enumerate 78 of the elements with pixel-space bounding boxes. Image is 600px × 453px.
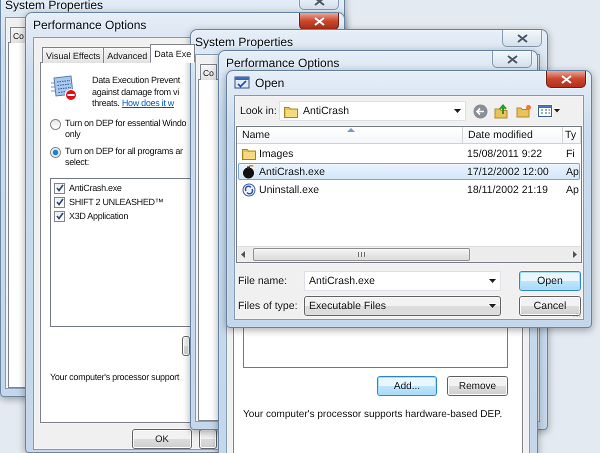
program-name: SHIFT 2 UNLEASHED™ <box>69 197 164 207</box>
cut-off-button[interactable] <box>182 336 190 356</box>
ok-button[interactable]: OK <box>132 429 192 449</box>
bomb-icon <box>242 164 256 178</box>
circular-arrows-icon <box>242 182 256 196</box>
document-block-icon <box>50 75 78 101</box>
close-button[interactable] <box>546 71 586 88</box>
program-name: X3D Application <box>69 211 128 221</box>
field-label: Look in: <box>240 105 274 117</box>
column-header[interactable]: Date modified <box>463 127 563 144</box>
status-text: Your computer's processor supports hardware-based DEP. <box>243 409 504 420</box>
left-arrow-icon[interactable] <box>241 251 245 258</box>
views-icon[interactable] <box>538 104 560 118</box>
dep-description: Data Execution Prevent against damage from vi threats. How does it w <box>92 75 180 110</box>
open-button[interactable]: Open <box>519 271 581 291</box>
add-button[interactable]: Add... <box>377 376 437 396</box>
file-name: Uninstall.exe <box>239 182 464 196</box>
date-cell-text: 18/11/2002 21:19 <box>466 184 549 196</box>
folder-icon <box>242 147 256 160</box>
type-cell-text: Ap <box>565 184 580 196</box>
remove-button[interactable]: Remove <box>447 376 508 396</box>
caret-icon <box>489 304 496 308</box>
window-title: System Properties <box>5 0 104 12</box>
close-icon <box>516 34 528 42</box>
resize-grip-icon[interactable] <box>573 309 581 317</box>
caret-icon <box>489 279 496 283</box>
tab[interactable]: Advanced <box>103 47 152 63</box>
tab[interactable]: Visual Effects <box>42 47 104 63</box>
tab[interactable]: Co <box>200 64 217 80</box>
scroll-thumb[interactable] <box>253 248 470 261</box>
file-name: AntiCrash.exe <box>239 164 464 178</box>
checkbox[interactable] <box>54 182 65 194</box>
option-label: Turn on DEP for all programs ar select: <box>65 146 183 168</box>
right-arrow-icon[interactable] <box>573 251 577 258</box>
file-row[interactable]: Uninstall.exe 18/11/2002 21:19 Ap <box>238 181 580 198</box>
type-cell-text: Ap <box>565 166 580 178</box>
field-label: Files of type: <box>238 300 299 312</box>
file-type-dropdown[interactable]: Executable Files <box>304 296 501 316</box>
horizontal-scrollbar[interactable] <box>237 246 581 262</box>
file-row[interactable]: AntiCrash.exe 17/12/2002 12:00 Ap <box>238 163 580 180</box>
date-cell-text: 17/12/2002 12:00 <box>466 166 550 178</box>
sort-caret-icon <box>347 128 355 132</box>
window-title: System Properties <box>195 35 294 49</box>
back-icon[interactable] <box>473 104 488 118</box>
radio-button[interactable] <box>50 118 61 130</box>
option-label: Turn on DEP for essential Windo only <box>65 118 186 140</box>
folder-icon <box>284 104 298 118</box>
file-name: Images <box>239 147 464 160</box>
window-title: Performance Options <box>33 18 146 32</box>
close-icon <box>506 54 518 64</box>
checkbox[interactable] <box>54 196 65 208</box>
type-cell-text: Fi <box>565 148 576 160</box>
status-text: Your computer's processor support <box>50 372 180 382</box>
help-link[interactable]: How does it w <box>122 98 174 108</box>
date-cell-text: 15/08/2011 9:22 <box>466 148 544 160</box>
close-button[interactable] <box>492 51 532 68</box>
grip-icon <box>358 252 365 257</box>
up-folder-icon[interactable] <box>494 103 510 119</box>
window-title: Performance Options <box>226 56 340 70</box>
cancel-button[interactable]: Cancel <box>519 296 581 316</box>
close-button[interactable] <box>502 30 542 47</box>
window-title: Open <box>255 76 284 90</box>
column-header[interactable]: Name <box>237 127 463 144</box>
program-name: AntiCrash.exe <box>69 183 122 193</box>
look-in-dropdown[interactable]: AntiCrash <box>279 101 466 121</box>
radio-button[interactable] <box>50 146 61 158</box>
column-header[interactable]: Ty <box>563 127 581 144</box>
close-icon <box>560 74 572 84</box>
window-icon <box>234 76 250 90</box>
close-button[interactable] <box>299 13 339 30</box>
file-name-field[interactable]: AntiCrash.exe <box>304 271 501 291</box>
field-label: File name: <box>238 275 288 287</box>
new-folder-icon[interactable] <box>516 104 532 118</box>
tab[interactable]: Data Exe <box>150 44 196 63</box>
checkbox[interactable] <box>54 210 65 222</box>
file-row[interactable]: Images 15/08/2011 9:22 Fi <box>238 145 580 162</box>
cut-off-button[interactable] <box>199 429 217 449</box>
close-icon <box>314 16 324 26</box>
